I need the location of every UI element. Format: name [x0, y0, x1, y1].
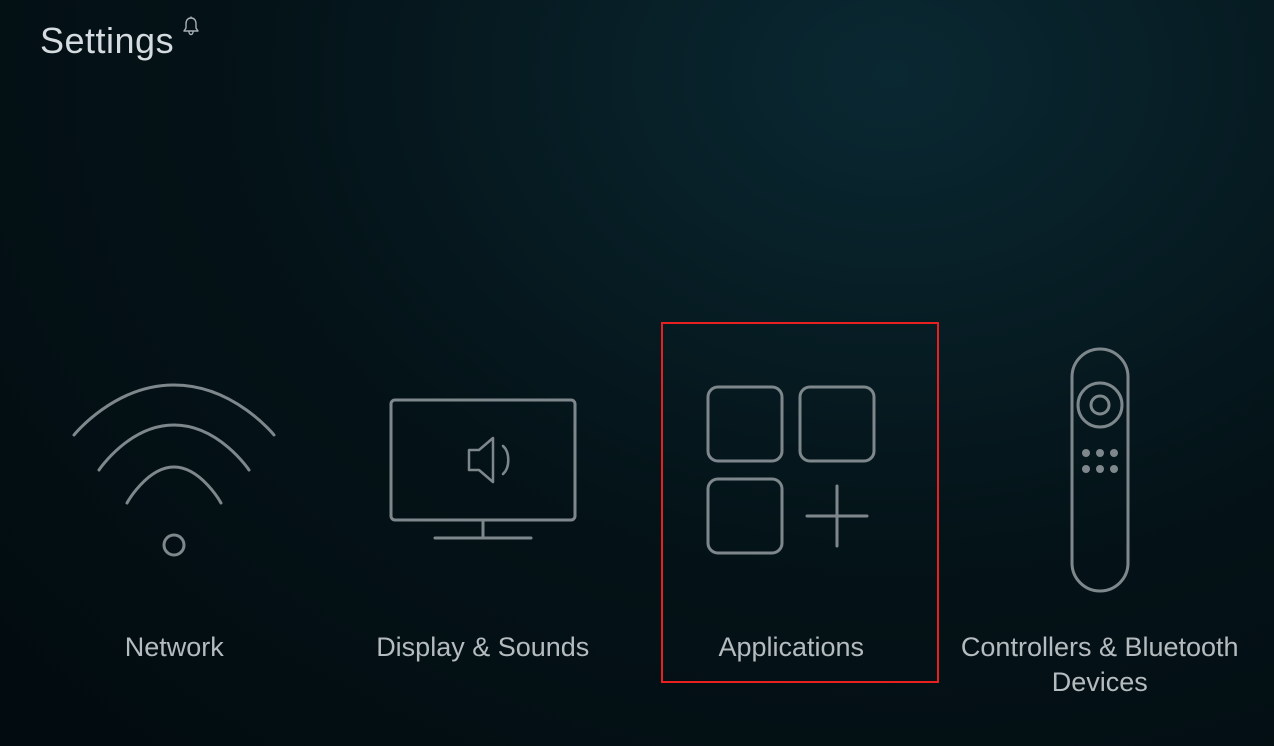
tile-label: Applications	[718, 630, 864, 665]
tile-controllers-bluetooth[interactable]: Controllers & Bluetooth Devices	[960, 340, 1240, 700]
tile-network[interactable]: Network	[34, 340, 314, 665]
tv-sound-icon	[373, 340, 593, 600]
header: Settings	[40, 20, 200, 62]
settings-tiles: Network Display & Sounds Appl	[0, 340, 1274, 700]
remote-icon	[1050, 340, 1150, 600]
page-title: Settings	[40, 20, 174, 62]
apps-icon	[686, 340, 896, 600]
bell-icon[interactable]	[182, 16, 200, 36]
wifi-icon	[59, 340, 289, 600]
tile-label: Network	[125, 630, 224, 665]
tile-applications[interactable]: Applications	[651, 340, 931, 665]
tile-label: Controllers & Bluetooth Devices	[960, 630, 1240, 700]
tile-display-sounds[interactable]: Display & Sounds	[343, 340, 623, 665]
tile-label: Display & Sounds	[376, 630, 589, 665]
